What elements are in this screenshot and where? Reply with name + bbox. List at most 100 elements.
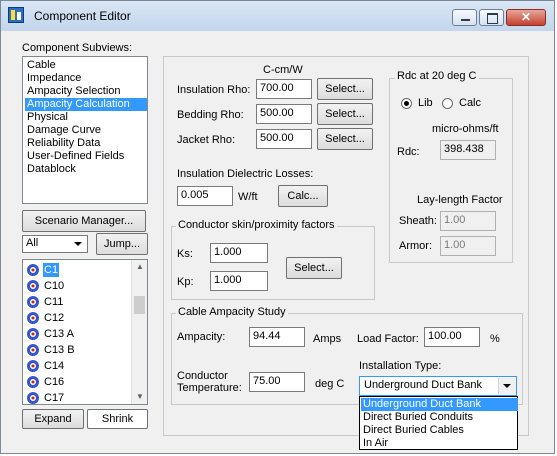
rdc-title: Rdc at 20 deg C [395,70,479,82]
cable-item[interactable]: C13 A [26,326,132,342]
subviews-label: Component Subviews: [22,42,133,54]
installation-type-options[interactable]: Underground Duct Bank Direct Buried Cond… [359,396,518,450]
cable-item[interactable]: C14 [26,358,132,374]
jacket-rho-input[interactable]: 500.00 [256,129,312,149]
subview-item-damage-curve[interactable]: Damage Curve [25,124,103,137]
scroll-thumb[interactable] [134,296,145,314]
cable-item[interactable]: C16 [26,374,132,390]
cable-icon [27,376,39,388]
load-factor-input[interactable]: 100.00 [424,327,480,347]
ks-label: Ks: [177,248,193,260]
ampacity-label: Ampacity: [177,331,226,343]
subview-item-cable[interactable]: Cable [25,59,58,72]
insulation-rho-select-button[interactable]: Select... [317,78,373,100]
ampacity-unit: Amps [313,333,342,345]
installation-option-underground-duct-bank[interactable]: Underground Duct Bank [361,398,518,411]
dielectric-calc-button[interactable]: Calc... [278,185,328,207]
subview-item-physical[interactable]: Physical [25,111,70,124]
installation-type-select[interactable]: Underground Duct Bank [359,376,517,396]
dielectric-losses-input[interactable]: 0.005 [177,186,233,206]
maximize-icon [487,13,498,24]
rho-unit-header: C-cm/W [263,64,303,76]
sheath-label: Sheath: [399,215,437,227]
cable-item-label: C13 B [44,344,75,356]
sheath-input[interactable]: 1.00 [440,211,496,231]
cable-icon [27,296,39,308]
close-button[interactable]: ✕ [506,9,546,26]
cable-item[interactable]: C13 B [26,342,132,358]
cable-item[interactable]: C11 [26,294,132,310]
conductor-temp-input[interactable]: 75.00 [249,372,305,392]
cable-item[interactable]: C12 [26,310,132,326]
subview-item-datablock[interactable]: Datablock [25,163,78,176]
subview-item-impedance[interactable]: Impedance [25,72,83,85]
conductor-temp-label-line1: Conductor [177,370,228,382]
skin-select-button[interactable]: Select... [286,257,342,279]
insulation-rho-input[interactable]: 700.00 [256,79,312,99]
app-icon [8,7,24,23]
load-factor-label: Load Factor: [357,333,419,345]
installation-type-label: Installation Type: [359,360,442,372]
bedding-rho-input[interactable]: 500.00 [256,104,312,124]
skin-proximity-group [171,226,375,300]
dielectric-unit: W/ft [238,191,258,203]
kp-input[interactable]: 1.000 [210,271,268,291]
cable-icon [27,328,39,340]
cable-item-label: C16 [44,376,65,388]
skin-proximity-title: Conductor skin/proximity factors [176,219,337,231]
cable-list[interactable]: C1 C10 C11 C12 C13 A C13 B C14 C16 C17 ▲… [22,259,148,405]
rdc-calc-label: Calc [459,97,482,109]
cable-item[interactable]: C10 [26,278,132,294]
installation-chevron-down-icon[interactable] [498,378,516,394]
installation-option-direct-buried-conduits[interactable]: Direct Buried Conduits [361,411,518,424]
expand-button[interactable]: Expand [22,409,84,429]
installation-option-in-air[interactable]: In Air [361,437,518,450]
cable-icon [27,264,39,276]
ampacity-input[interactable]: 94.44 [249,327,305,347]
cable-item-label: C12 [44,312,65,324]
ks-input[interactable]: 1.000 [210,243,268,263]
window-title: Component Editor [34,9,131,23]
filter-value: All [26,237,39,249]
bedding-rho-select-button[interactable]: Select... [317,103,373,125]
conductor-temp-label-line2: Temperature: [177,382,242,394]
cable-icon [27,360,39,372]
cable-icon [27,280,39,292]
jacket-rho-select-button[interactable]: Select... [317,128,373,150]
armor-label: Armor: [399,240,432,252]
rdc-lib-radio[interactable] [401,98,412,109]
conductor-temp-unit: deg C [315,378,345,390]
rdc-calc-radio[interactable] [442,98,453,109]
scroll-up-icon[interactable]: ▲ [132,262,148,271]
minimize-button[interactable] [452,9,477,26]
dielectric-losses-label: Insulation Dielectric Losses: [177,168,314,180]
subviews-list[interactable]: Cable Impedance Ampacity Selection Ampac… [22,56,148,204]
rdc-lib-label: Lib [418,97,433,109]
cable-item[interactable]: C1 [26,262,132,278]
insulation-rho-label: Insulation Rho: [177,84,251,96]
installation-type-value: Underground Duct Bank [364,379,483,391]
shrink-button[interactable]: Shrink [87,409,148,429]
subview-item-ampacity-selection[interactable]: Ampacity Selection [25,85,123,98]
rdc-label: Rdc: [397,146,420,158]
cable-list-scrollbar[interactable]: ▲ ▼ [131,260,147,404]
chevron-down-icon[interactable] [70,237,86,251]
kp-label: Kp: [177,276,194,288]
scroll-down-icon[interactable]: ▼ [132,392,148,401]
cable-item[interactable]: C17 [26,390,132,406]
subview-item-user-defined-fields[interactable]: User-Defined Fields [25,150,126,163]
subview-item-reliability-data[interactable]: Reliability Data [25,137,102,150]
scenario-manager-button[interactable]: Scenario Manager... [22,210,146,232]
armor-input[interactable]: 1.00 [440,236,496,256]
minimize-icon [461,19,470,21]
cable-item-label: C14 [44,360,65,372]
jump-button[interactable]: Jump... [96,233,148,255]
installation-option-direct-buried-cables[interactable]: Direct Buried Cables [361,424,518,437]
ampacity-study-title: Cable Ampacity Study [176,306,288,318]
maximize-button[interactable] [479,9,504,26]
cable-icon [27,392,39,404]
laylength-title: Lay-length Factor [417,194,503,206]
subview-item-ampacity-calculation[interactable]: Ampacity Calculation [25,98,147,111]
cable-item-label: C11 [44,296,64,308]
load-factor-unit: % [490,333,500,345]
